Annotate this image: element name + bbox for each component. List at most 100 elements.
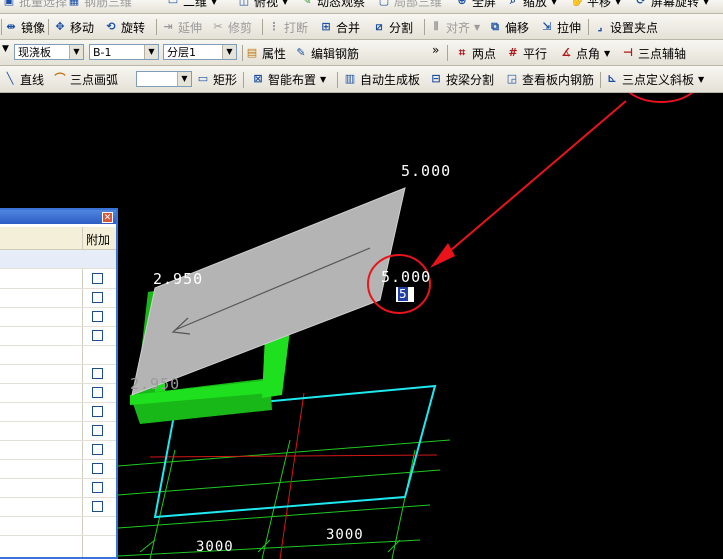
extend-button[interactable]: ⇥ 延伸 (161, 18, 202, 36)
two-point-axis-button[interactable]: ⌗ 两点 (455, 44, 496, 62)
list-item[interactable] (0, 460, 116, 479)
three-point-axis-icon: ⊣ (622, 46, 634, 59)
fullscreen-icon: ⊕ (457, 0, 467, 7)
axis-grid-lines (117, 439, 451, 559)
panel-title-bar[interactable] (0, 210, 116, 224)
list-item[interactable] (0, 308, 116, 327)
rotate-button[interactable]: ⟲ 旋转 (104, 18, 145, 36)
additional-checkbox[interactable] (92, 425, 103, 436)
list-item[interactable] (0, 384, 116, 403)
three-point-arc-button[interactable]: ⌒ 三点画弧 (53, 70, 119, 88)
view-slab-rebar-button[interactable]: ◲ 查看板内钢筋 (505, 70, 594, 88)
orbit-icon: ✎ (302, 0, 312, 7)
break-button[interactable]: ⋮ 打断 (267, 18, 309, 36)
additional-checkbox[interactable] (92, 387, 103, 398)
component-name-select[interactable]: B-1 ▼ (89, 44, 159, 60)
mirror-icon: ⇹ (6, 20, 16, 33)
extend-icon: ⇥ (163, 20, 173, 33)
rebar-3d-button[interactable]: ▦ 钢筋三维 (67, 0, 132, 10)
screen-rotate-dropdown[interactable]: ⟳ 屏幕旋转 ▼ (634, 0, 709, 10)
parallel-axis-button[interactable]: # 平行 (506, 44, 547, 62)
toolbar-separator (588, 19, 589, 35)
offset-button[interactable]: ⧉ 偏移 (488, 18, 529, 36)
more-overflow-button[interactable]: » (432, 43, 439, 57)
edit-rebar-button[interactable]: ✎ 编辑钢筋 (294, 44, 359, 62)
list-item[interactable] (0, 327, 116, 346)
close-icon[interactable]: ✕ (102, 212, 113, 223)
align-dropdown[interactable]: ⫴ 对齐 ▼ (429, 18, 480, 36)
local-3d-button[interactable]: ▢ 局部三维 (377, 0, 442, 10)
list-item[interactable] (0, 498, 116, 517)
slope-slab-icon: ⊾ (607, 72, 617, 85)
merge-icon: ⊞ (321, 20, 331, 33)
three-point-slope-slab-dropdown[interactable]: ⊾ 三点定义斜板 ▼ (605, 70, 704, 88)
auto-generate-slab-button[interactable]: ▥ 自动生成板 (343, 70, 420, 88)
additional-checkbox[interactable] (92, 311, 103, 322)
split-by-beam-button[interactable]: ⊟ 按梁分割 (429, 70, 494, 88)
smart-layout-dropdown[interactable]: ⊠ 智能布置 ▼ (251, 70, 326, 88)
trim-button[interactable]: ✂ 修剪 (211, 18, 252, 36)
toolbar-separator (600, 72, 601, 88)
edit-rebar-icon: ✎ (296, 46, 306, 59)
additional-checkbox[interactable] (92, 330, 103, 341)
arc-option-select[interactable]: ▼ (136, 71, 192, 87)
chevron-down-icon[interactable]: ▼ (2, 44, 9, 54)
additional-checkbox[interactable] (92, 482, 103, 493)
additional-checkbox[interactable] (92, 444, 103, 455)
zoom-icon: ⌕ (509, 0, 517, 7)
rotate-icon: ⟲ (106, 20, 116, 33)
select-icon: ▣ (3, 0, 15, 7)
additional-checkbox[interactable] (92, 368, 103, 379)
additional-checkbox[interactable] (92, 463, 103, 474)
elevation-input[interactable]: 5 (396, 287, 414, 302)
toolbar-separator (243, 72, 244, 88)
list-item[interactable] (0, 441, 116, 460)
merge-button[interactable]: ⊞ 合并 (319, 18, 360, 36)
layer-select[interactable]: 分层1 ▼ (163, 44, 237, 60)
toolbar-separator (242, 45, 243, 61)
dynamic-observe-button[interactable]: ✎ 动态观察 (300, 0, 365, 10)
toolbar-separator (48, 19, 49, 35)
view-2d-dropdown[interactable]: ▭ 二维 ▼ (166, 0, 217, 10)
pan-dropdown[interactable]: ✋ 平移 ▼ (570, 0, 621, 10)
slab-rebar-icon: ◲ (506, 72, 518, 85)
view-top-dropdown[interactable]: ◫ 俯视 ▼ (237, 0, 288, 10)
point-angle-dropdown[interactable]: ∡ 点角 ▼ (559, 44, 610, 62)
toolbar-view: ▣ 批量选择 ▦ 钢筋三维 ▭ 二维 ▼ ◫ 俯视 ▼ ✎ 动态观察 ▢ 局部三维 ⊕ 全屏 ⌕ 缩… (0, 0, 723, 14)
additional-checkbox[interactable] (92, 273, 103, 284)
toolbar-draw: ╲ 直线 ⌒ 三点画弧 ▼ ▭ 矩形 ⊠ 智能布置 ▼ ▥ 自动生成板 ⊟ 按梁分割 ◲ 查看板… (0, 66, 723, 93)
dimension-label-right: 3000 (326, 527, 364, 543)
rotate-screen-icon: ⟳ (636, 0, 646, 7)
component-type-select[interactable]: 现浇板 ▼ (14, 44, 84, 60)
list-item[interactable] (0, 422, 116, 441)
list-item[interactable] (0, 346, 116, 365)
grip-icon: ⌟ (597, 20, 603, 33)
toolbar-separator (447, 45, 448, 61)
additional-checkbox[interactable] (92, 406, 103, 417)
additional-checkbox[interactable] (92, 292, 103, 303)
fullscreen-button[interactable]: ⊕ 全屏 (455, 0, 496, 10)
zoom-dropdown[interactable]: ⌕ 缩放 ▼ (506, 0, 557, 10)
stretch-button[interactable]: ⇲ 拉伸 (540, 18, 581, 36)
list-item[interactable] (0, 517, 116, 536)
list-item[interactable] (0, 270, 116, 289)
line-button[interactable]: ╲ 直线 (3, 70, 44, 88)
toolbar-separator (262, 19, 263, 35)
list-item[interactable] (0, 403, 116, 422)
list-item[interactable] (0, 479, 116, 498)
list-item[interactable] (0, 365, 116, 384)
split-button[interactable]: ⧄ 分割 (372, 18, 414, 36)
move-button[interactable]: ✥ 移动 (53, 18, 94, 36)
list-item[interactable] (0, 250, 116, 269)
additional-checkbox[interactable] (92, 501, 103, 512)
arc-icon: ⌒ (54, 72, 66, 85)
local-3d-icon: ▢ (378, 0, 390, 7)
rectangle-button[interactable]: ▭ 矩形 (196, 70, 237, 88)
three-point-axis-button[interactable]: ⊣ 三点辅轴 (621, 44, 686, 62)
list-item[interactable] (0, 289, 116, 308)
properties-button[interactable]: ▤ 属性 (245, 44, 286, 62)
batch-select-button[interactable]: ▣ 批量选择 (2, 0, 67, 10)
chevron-down-icon: ▼ (177, 72, 191, 86)
set-grip-button[interactable]: ⌟ 设置夹点 (593, 18, 658, 36)
mirror-button[interactable]: ⇹ 镜像 (4, 18, 45, 36)
